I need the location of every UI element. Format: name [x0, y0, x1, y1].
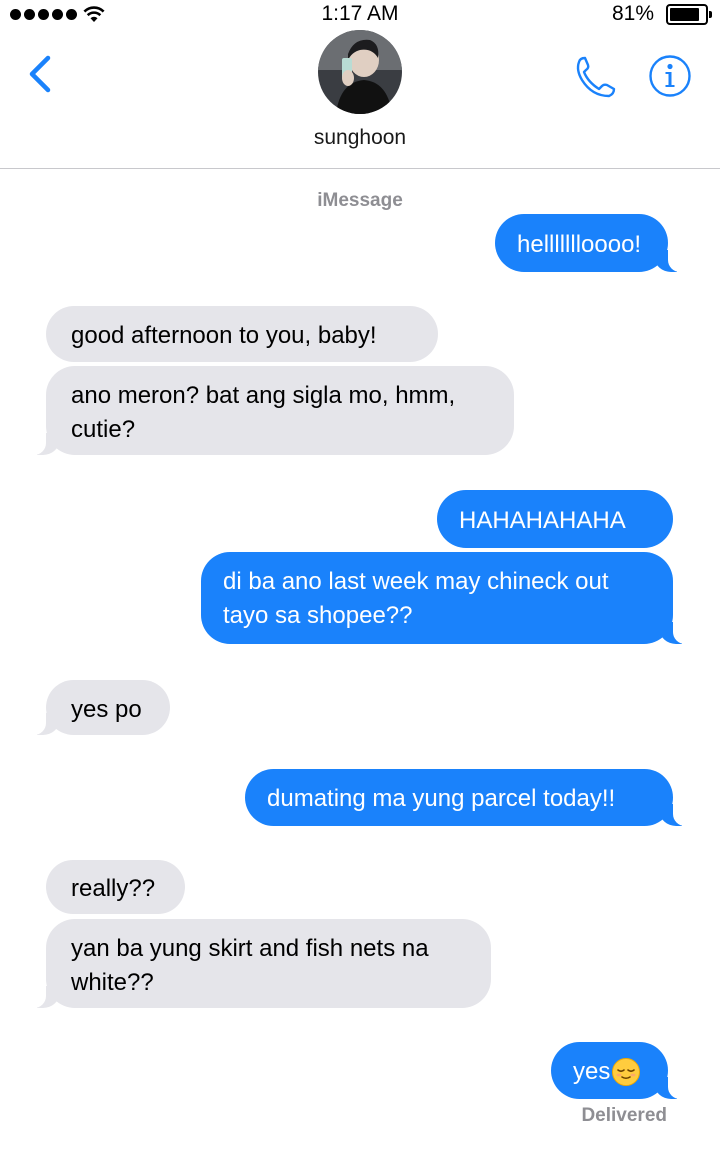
info-icon[interactable] — [648, 54, 692, 98]
message-bubble-outgoing[interactable]: dumating ma yung parcel today!! — [245, 769, 692, 826]
message-text: hellllllloooo! — [517, 231, 642, 258]
message-text-line: yan ba yung skirt and fish nets na — [71, 935, 429, 962]
message-text: dumating ma yung parcel today!! — [267, 785, 616, 812]
contact-name[interactable]: sunghoon — [0, 126, 720, 150]
message-text: HAHAHAHAHA — [459, 507, 626, 534]
message-text-line: ano meron? bat ang sigla mo, hmm, — [71, 382, 456, 409]
message-bubble-outgoing[interactable]: hellllllloooo! — [495, 214, 687, 272]
status-bar: 1:17 AM 81% — [0, 0, 720, 30]
message-text: yes po — [71, 696, 142, 723]
message-text-line: tayo sa shopee?? — [223, 602, 413, 629]
service-label: iMessage — [317, 190, 403, 211]
message-bubble-outgoing[interactable]: yes — [551, 1042, 687, 1099]
conversation-header: sunghoon — [0, 30, 720, 169]
message-text-line: cutie? — [71, 416, 136, 443]
message-bubble-outgoing[interactable]: HAHAHAHAHA — [437, 490, 673, 548]
message-text: yes — [573, 1058, 611, 1085]
battery-percent: 81% — [611, 2, 654, 25]
relieved-face-emoji-icon — [612, 1058, 641, 1086]
message-bubble-incoming[interactable]: good afternoon to you, baby! — [46, 306, 438, 362]
message-text: really?? — [71, 875, 156, 902]
delivery-status: Delivered — [581, 1105, 667, 1126]
message-text-line: white?? — [71, 969, 154, 996]
message-bubble-incoming[interactable]: ano meron? bat ang sigla mo, hmm, cutie? — [27, 366, 514, 455]
chevron-left-icon[interactable] — [20, 50, 60, 98]
message-text-line: di ba ano last week may chineck out — [223, 568, 609, 595]
message-bubble-incoming[interactable]: really?? — [46, 860, 185, 914]
message-bubble-outgoing[interactable]: di ba ano last week may chineck out tayo… — [201, 552, 692, 644]
avatar[interactable] — [318, 30, 402, 114]
phone-icon[interactable] — [570, 52, 620, 102]
message-bubble-incoming[interactable]: yan ba yung skirt and fish nets na white… — [27, 919, 491, 1008]
message-content: yes — [573, 1055, 668, 1089]
battery-icon — [666, 4, 712, 25]
message-bubble-incoming[interactable]: yes po — [27, 680, 170, 735]
message-text: good afternoon to you, baby! — [71, 322, 377, 349]
